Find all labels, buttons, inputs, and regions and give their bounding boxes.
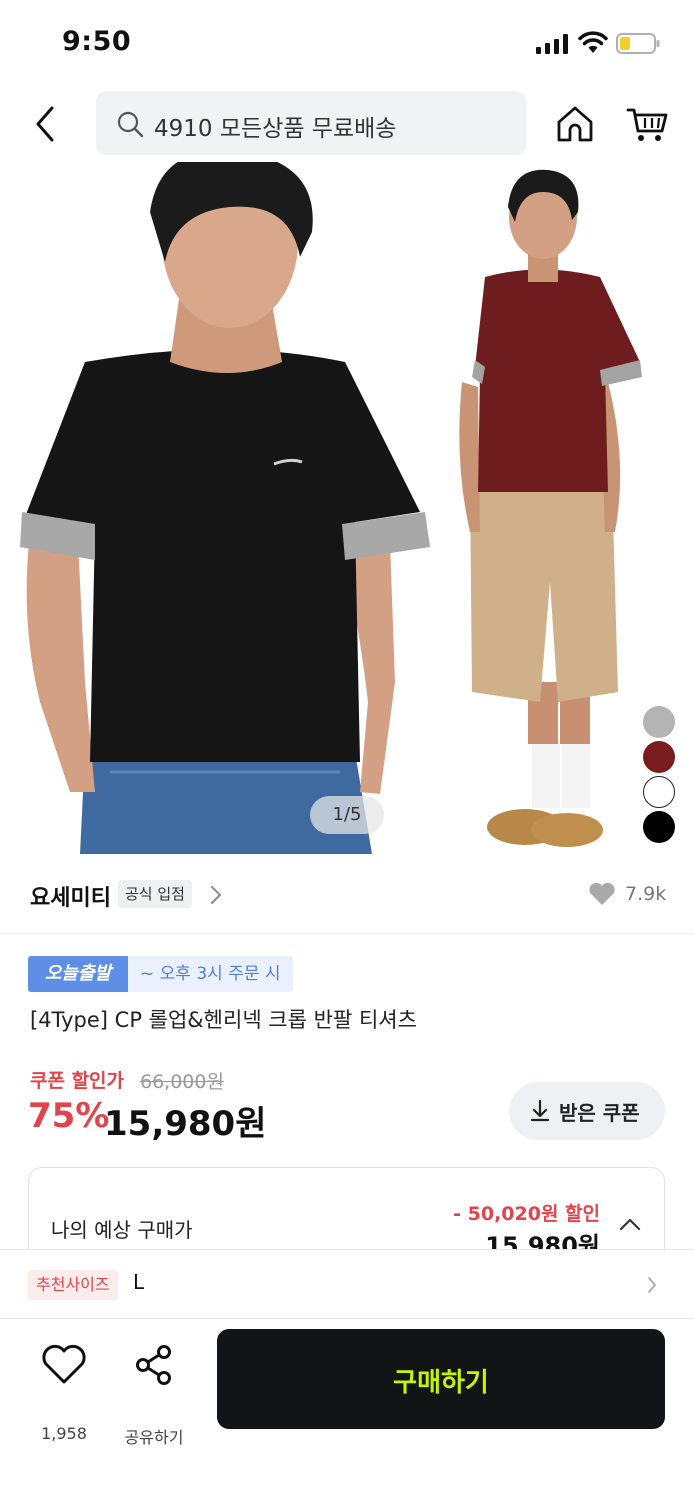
- share-label: 공유하기: [124, 1428, 184, 1447]
- search-icon: [117, 111, 144, 138]
- favorite-count: 7.9k: [625, 883, 667, 905]
- product-photo-burgundy-tshirt: [459, 169, 642, 847]
- heart-outline-icon: [42, 1344, 86, 1384]
- estimated-discount: - 50,020원 할인: [453, 1203, 600, 1225]
- buy-button-label: 구매하기: [393, 1368, 489, 1398]
- size-recommendation-bar[interactable]: 추천사이즈 L: [0, 1249, 694, 1319]
- product-title: [4Type] CP 롤업&헨리넥 크롭 반팔 티셔츠: [30, 1008, 417, 1032]
- top-navigation: 4910 모든상품 무료배송: [0, 88, 694, 160]
- wifi-icon: [578, 31, 608, 53]
- sale-price: 15,980원: [104, 1104, 267, 1144]
- color-swatch-gray[interactable]: [643, 706, 675, 738]
- chevron-right-icon[interactable]: [208, 884, 224, 906]
- download-icon: [530, 1099, 550, 1122]
- image-page-indicator: 1/5: [310, 796, 384, 834]
- wishlist-button[interactable]: 1,958: [30, 1344, 98, 1454]
- battery-icon: [616, 33, 660, 54]
- share-button[interactable]: 공유하기: [118, 1344, 190, 1454]
- coupon-button-label: 받은 쿠폰: [559, 1101, 640, 1125]
- heart-filled-icon[interactable]: [588, 882, 616, 906]
- discount-rate: 75%: [28, 1096, 110, 1136]
- product-image-gallery[interactable]: 1/5: [0, 162, 694, 854]
- color-swatch-black[interactable]: [643, 811, 675, 843]
- search-input[interactable]: 4910 모든상품 무료배송: [96, 91, 526, 155]
- status-bar: 9:50: [0, 0, 694, 88]
- wishlist-count: 1,958: [41, 1424, 87, 1443]
- chevron-up-icon[interactable]: [618, 1216, 642, 1232]
- color-swatch-list: [643, 706, 677, 846]
- estimated-price-label: 나의 예상 구매가: [51, 1218, 193, 1242]
- bottom-action-bar: 1,958 공유하기 구매하기: [0, 1320, 694, 1500]
- official-store-badge: 공식 입점: [118, 880, 192, 908]
- color-swatch-burgundy[interactable]: [643, 741, 675, 773]
- coupon-button[interactable]: 받은 쿠폰: [509, 1082, 665, 1140]
- chevron-right-icon: [648, 1277, 657, 1293]
- search-placeholder: 4910 모든상품 무료배송: [154, 116, 397, 142]
- ship-cutoff-note: ~ 오후 3시 주문 시: [128, 956, 293, 992]
- brand-row: 요세미티 공식 입점 7.9k: [0, 858, 694, 934]
- recommended-size-value: L: [133, 1270, 145, 1294]
- product-photo-black-tshirt: [20, 162, 430, 854]
- cellular-signal-icon: [536, 34, 568, 54]
- home-icon[interactable]: [555, 104, 595, 144]
- coupon-price-label: 쿠폰 할인가: [30, 1070, 125, 1092]
- color-swatch-white[interactable]: [643, 776, 675, 808]
- status-time: 9:50: [62, 26, 132, 57]
- back-arrow-icon[interactable]: [28, 102, 64, 146]
- cart-icon[interactable]: [626, 104, 668, 144]
- same-day-ship-badge: 오늘출발: [28, 956, 128, 992]
- brand-name[interactable]: 요세미티: [30, 880, 111, 912]
- estimated-price-panel: 나의 예상 구매가 - 50,020원 할인 15,980원: [28, 1167, 665, 1257]
- original-price: 66,000원: [140, 1071, 224, 1093]
- recommended-size-tag: 추천사이즈: [28, 1270, 118, 1300]
- buy-button[interactable]: 구매하기: [217, 1329, 665, 1429]
- share-icon: [136, 1345, 171, 1385]
